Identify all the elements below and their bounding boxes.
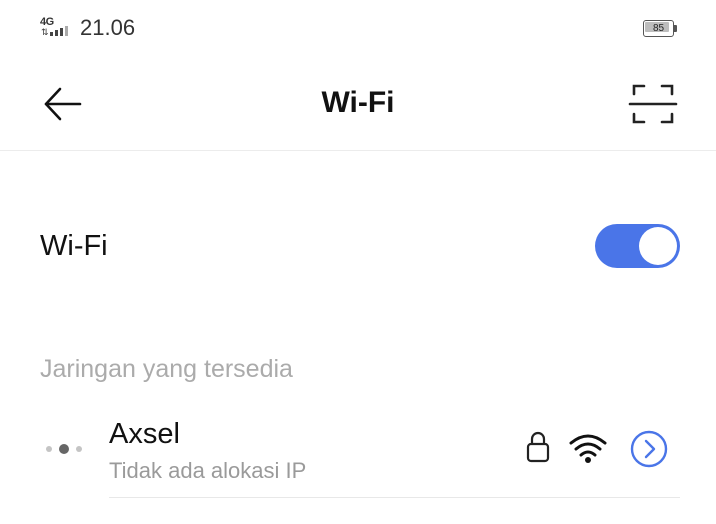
cellular-signal-icon: 4G ⇅ bbox=[40, 16, 74, 40]
toggle-knob bbox=[639, 227, 677, 265]
wifi-signal-icon bbox=[569, 434, 607, 463]
scan-qr-button[interactable] bbox=[626, 80, 680, 128]
connecting-dots-icon bbox=[44, 441, 86, 455]
wifi-toggle-row: Wi-Fi bbox=[0, 200, 716, 290]
chevron-right-circle-icon bbox=[630, 430, 668, 468]
lock-icon bbox=[526, 431, 550, 463]
network-name: Axsel bbox=[109, 418, 180, 450]
wifi-toggle-label: Wi-Fi bbox=[40, 230, 108, 262]
network-list-item[interactable]: Axsel Tidak ada alokasi IP bbox=[0, 405, 716, 500]
network-status: Tidak ada alokasi IP bbox=[109, 458, 307, 483]
battery-icon: 85 bbox=[643, 20, 677, 37]
battery-level: 85 bbox=[652, 23, 665, 34]
list-divider bbox=[109, 497, 680, 498]
page-title: Wi-Fi bbox=[321, 86, 395, 119]
qr-scan-icon bbox=[628, 84, 678, 124]
available-networks-header: Jaringan yang tersedia bbox=[40, 355, 293, 383]
network-details-button[interactable] bbox=[630, 430, 668, 468]
data-arrows-icon: ⇅ bbox=[41, 27, 49, 37]
wifi-toggle-switch[interactable] bbox=[595, 224, 680, 268]
status-time: 21.06 bbox=[80, 15, 136, 40]
status-bar: 4G ⇅ 21.06 85 bbox=[0, 0, 716, 56]
app-bar: Wi-Fi bbox=[0, 56, 716, 151]
